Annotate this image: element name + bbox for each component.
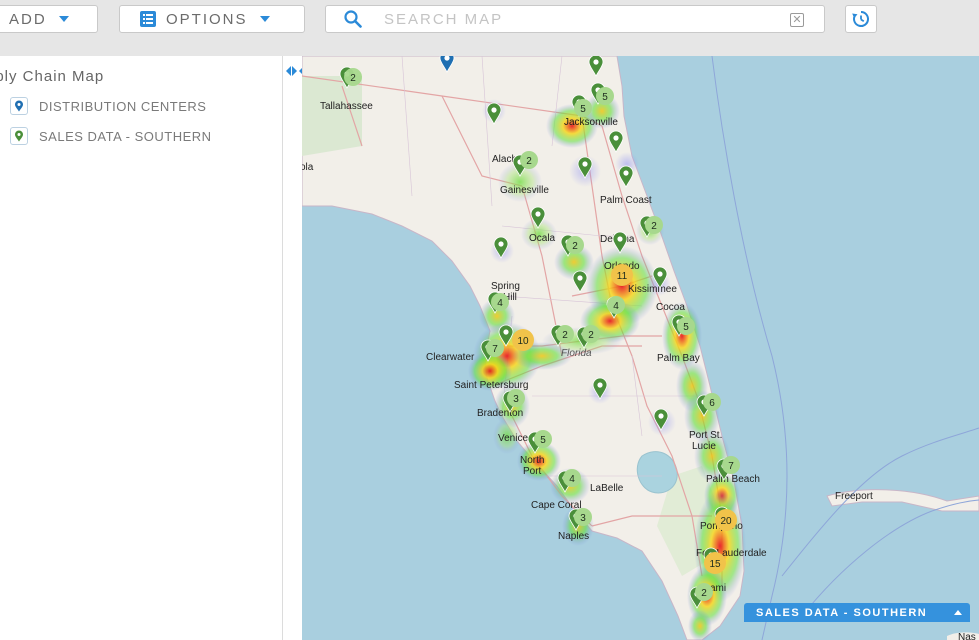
cluster-count: 5 bbox=[602, 92, 608, 103]
cluster-count: 2 bbox=[588, 330, 594, 341]
place-label: Cocoa bbox=[656, 302, 685, 313]
cluster-count: 11 bbox=[617, 271, 628, 282]
place-label: Naples bbox=[558, 531, 589, 542]
pin-dot bbox=[658, 413, 664, 419]
cluster-count: 6 bbox=[709, 398, 715, 409]
sidebar-toggle[interactable] bbox=[283, 56, 304, 640]
place-label: Kissimmee bbox=[628, 284, 677, 295]
cluster-count: 3 bbox=[513, 394, 519, 405]
map-svg: Tallahassee Jacksonville Alach Gainesvil… bbox=[302, 56, 979, 640]
pin-dot bbox=[498, 241, 504, 247]
options-label: OPTIONS bbox=[166, 10, 248, 28]
pin-dot bbox=[582, 161, 588, 167]
map-title: pply Chain Map bbox=[0, 68, 105, 85]
options-button[interactable]: OPTIONS bbox=[119, 5, 305, 33]
pin-icon bbox=[10, 127, 28, 145]
active-layer-legend[interactable]: SALES DATA - SOUTHERN bbox=[744, 603, 970, 622]
cluster-count: 2 bbox=[526, 156, 532, 167]
list-icon bbox=[140, 11, 156, 27]
layer-label: SALES DATA - SOUTHERN bbox=[39, 128, 212, 144]
reset-icon bbox=[851, 9, 871, 29]
cluster-count: 20 bbox=[720, 516, 732, 527]
pin-dot bbox=[577, 275, 583, 281]
expand-right-icon[interactable] bbox=[292, 66, 297, 76]
pin-dot bbox=[657, 271, 663, 277]
chevron-down-icon bbox=[259, 16, 270, 22]
pin-dot bbox=[597, 382, 603, 388]
reset-map-button[interactable] bbox=[845, 5, 877, 33]
cluster-count: 15 bbox=[709, 559, 721, 570]
place-label: Florida bbox=[561, 348, 592, 359]
cluster-count: 2 bbox=[651, 221, 657, 232]
pin-dot bbox=[617, 236, 623, 242]
place-label: Tallahassee bbox=[320, 101, 373, 112]
place-label: Venice bbox=[498, 433, 528, 444]
add-label: ADD bbox=[9, 10, 47, 28]
search-icon bbox=[344, 10, 362, 28]
pin-dot bbox=[593, 59, 599, 65]
add-button[interactable]: ADD bbox=[0, 5, 98, 33]
place-label: LaBelle bbox=[590, 483, 624, 494]
search-input[interactable] bbox=[382, 9, 766, 29]
chevron-up-icon[interactable] bbox=[954, 610, 962, 615]
legend-label: SALES DATA - SOUTHERN bbox=[756, 606, 928, 619]
forest-area bbox=[302, 76, 362, 156]
place-label: Ocala bbox=[529, 233, 556, 244]
cluster-count: 4 bbox=[613, 301, 619, 312]
cluster-count: 10 bbox=[517, 336, 529, 347]
pin-dot bbox=[535, 211, 541, 217]
place-label: North bbox=[520, 455, 544, 466]
layer-sales-data-southern[interactable]: SALES DATA - SOUTHERN bbox=[10, 127, 212, 145]
place-label: Clearwater bbox=[426, 352, 475, 363]
layers-sidebar: pply Chain Map DISTRIBUTION CENTERS SALE… bbox=[0, 56, 283, 640]
place-label: Palm Coast bbox=[600, 195, 652, 206]
lake-okeechobee bbox=[636, 451, 678, 494]
map-canvas[interactable]: Tallahassee Jacksonville Alach Gainesvil… bbox=[302, 56, 979, 640]
cluster-count: 4 bbox=[569, 474, 575, 485]
cluster-count: 4 bbox=[497, 298, 503, 309]
clear-search-button[interactable]: ✕ bbox=[790, 13, 804, 27]
place-label: Bradenton bbox=[477, 408, 523, 419]
cluster-count: 5 bbox=[580, 104, 586, 115]
cluster-count: 7 bbox=[728, 461, 734, 472]
place-label: ola bbox=[302, 162, 314, 173]
place-label: Freeport bbox=[835, 491, 873, 502]
collapse-left-icon[interactable] bbox=[286, 66, 291, 76]
pin-dot bbox=[491, 107, 497, 113]
place-label: Lucie bbox=[692, 441, 716, 452]
place-label: Gainesville bbox=[500, 185, 549, 196]
cluster-count: 5 bbox=[540, 435, 546, 446]
place-label: Palm Beach bbox=[706, 474, 760, 485]
cluster-count: 2 bbox=[562, 330, 568, 341]
cluster-count: 5 bbox=[683, 322, 689, 333]
pin-dot bbox=[613, 135, 619, 141]
cluster-count: 3 bbox=[580, 513, 586, 524]
cluster-count: 2 bbox=[572, 241, 578, 252]
layer-label: DISTRIBUTION CENTERS bbox=[39, 98, 207, 114]
top-toolbar: ADD OPTIONS ✕ bbox=[0, 0, 979, 56]
place-label: Spring bbox=[491, 281, 520, 292]
place-label: Port bbox=[523, 466, 542, 477]
layer-distribution-centers[interactable]: DISTRIBUTION CENTERS bbox=[10, 97, 206, 115]
cluster-count: 2 bbox=[350, 73, 356, 84]
cluster-count: 2 bbox=[701, 588, 707, 599]
place-label: Palm Bay bbox=[657, 353, 700, 364]
place-label: Port St. bbox=[689, 430, 722, 441]
pin-dot bbox=[503, 329, 509, 335]
pin-icon bbox=[10, 97, 28, 115]
place-label: Nas bbox=[958, 632, 976, 640]
cluster-count: 7 bbox=[492, 344, 498, 355]
chevron-down-icon bbox=[58, 16, 69, 22]
pin-dot bbox=[623, 170, 629, 176]
search-bar: ✕ bbox=[325, 5, 825, 33]
place-label: Jacksonville bbox=[564, 117, 618, 128]
